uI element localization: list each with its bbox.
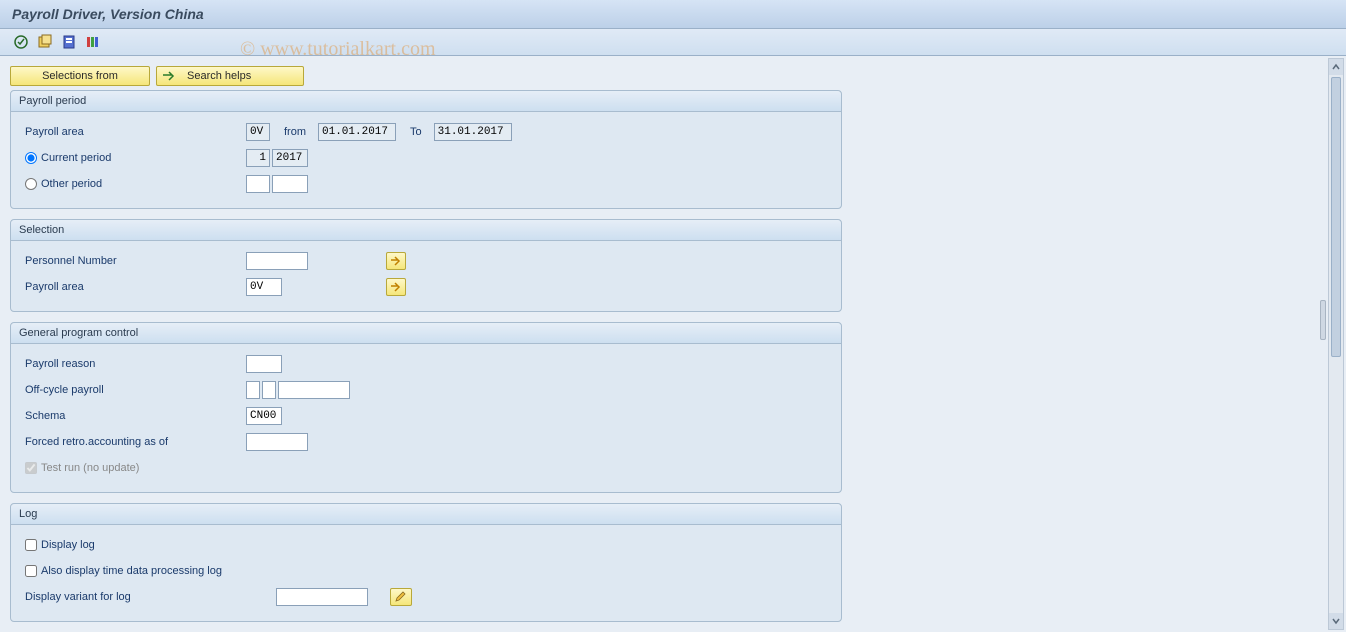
general-control-group: General program control Payroll reason O… [10, 322, 842, 493]
schema-label: Schema [21, 410, 246, 422]
window-title-bar: Payroll Driver, Version China [0, 0, 1346, 29]
testrun-label: Test run (no update) [41, 462, 139, 474]
variant-icon[interactable] [36, 33, 54, 51]
offcycle-input-2[interactable] [262, 381, 276, 399]
period-num-input[interactable] [246, 149, 270, 167]
from-label: from [284, 126, 306, 138]
execute-icon[interactable] [12, 33, 30, 51]
other-period-label: Other period [41, 178, 102, 190]
payroll-period-header: Payroll period [11, 91, 841, 112]
personnel-number-label: Personnel Number [21, 255, 246, 267]
selections-from-button[interactable]: Selections from [10, 66, 150, 86]
log-variant-input[interactable] [276, 588, 368, 606]
log-group: Log Display log Also display time data p… [10, 503, 842, 622]
selection-area-input[interactable] [246, 278, 282, 296]
selection-area-label: Payroll area [21, 281, 246, 293]
log-variant-edit-button[interactable] [390, 588, 412, 606]
payroll-period-group: Payroll period Payroll area from To Curr… [10, 90, 842, 209]
selections-from-label: Selections from [42, 70, 118, 82]
from-date-input[interactable] [318, 123, 396, 141]
pencil-icon [394, 591, 408, 603]
display-log-checkbox[interactable] [25, 539, 37, 551]
arrow-right-icon [390, 282, 402, 292]
schema-input[interactable] [246, 407, 282, 425]
forced-retro-label: Forced retro.accounting as of [21, 436, 246, 448]
payroll-area-input[interactable] [246, 123, 270, 141]
get-variant-icon[interactable] [60, 33, 78, 51]
testrun-option: Test run (no update) [21, 462, 246, 474]
search-helps-label: Search helps [187, 70, 251, 82]
other-period-year-input[interactable] [272, 175, 308, 193]
other-period-radio[interactable] [25, 178, 37, 190]
area-multi-select-button[interactable] [386, 278, 406, 296]
period-year-input[interactable] [272, 149, 308, 167]
content-area: Selections from Search helps Payroll per… [0, 56, 1346, 630]
panel-resize-handle[interactable] [1320, 300, 1326, 340]
display-log-label: Display log [41, 539, 95, 551]
forced-retro-input[interactable] [246, 433, 308, 451]
also-display-option[interactable]: Also display time data processing log [21, 565, 222, 577]
offcycle-label: Off-cycle payroll [21, 384, 246, 396]
selection-header: Selection [11, 220, 841, 241]
testrun-checkbox [25, 462, 37, 474]
also-display-checkbox[interactable] [25, 565, 37, 577]
also-display-label: Also display time data processing log [41, 565, 222, 577]
vertical-scrollbar[interactable] [1328, 58, 1344, 630]
payroll-reason-label: Payroll reason [21, 358, 246, 370]
documentation-icon[interactable] [84, 33, 102, 51]
personnel-multi-select-button[interactable] [386, 252, 406, 270]
personnel-number-input[interactable] [246, 252, 308, 270]
log-header: Log [11, 504, 841, 525]
search-helps-button[interactable]: Search helps [156, 66, 304, 86]
other-period-option[interactable]: Other period [21, 178, 246, 190]
selection-group: Selection Personnel Number Payroll area [10, 219, 842, 312]
display-log-option[interactable]: Display log [21, 539, 246, 551]
page-title: Payroll Driver, Version China [12, 6, 204, 22]
current-period-label: Current period [41, 152, 111, 164]
other-period-num-input[interactable] [246, 175, 270, 193]
chevron-down-icon [1332, 617, 1340, 625]
app-toolbar [0, 29, 1346, 56]
offcycle-input-3[interactable] [278, 381, 350, 399]
payroll-reason-input[interactable] [246, 355, 282, 373]
current-period-option[interactable]: Current period [21, 152, 246, 164]
log-variant-label: Display variant for log [21, 591, 276, 603]
arrow-right-icon [390, 256, 402, 266]
scroll-thumb[interactable] [1331, 77, 1341, 357]
action-button-row: Selections from Search helps [10, 66, 1336, 86]
scroll-down-button[interactable] [1329, 613, 1343, 629]
offcycle-input-1[interactable] [246, 381, 260, 399]
general-control-header: General program control [11, 323, 841, 344]
to-date-input[interactable] [434, 123, 512, 141]
scroll-up-button[interactable] [1329, 59, 1343, 75]
current-period-radio[interactable] [25, 152, 37, 164]
payroll-area-label: Payroll area [21, 126, 246, 138]
chevron-up-icon [1332, 63, 1340, 71]
to-label: To [410, 126, 422, 138]
arrow-right-icon [163, 71, 177, 81]
